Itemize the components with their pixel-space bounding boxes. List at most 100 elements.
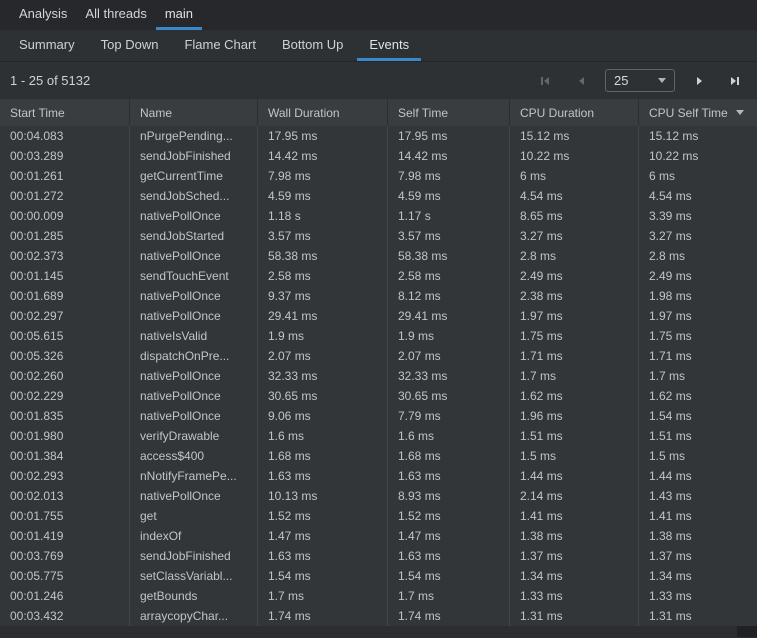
cell-cpu-duration: 1.5 ms — [510, 446, 639, 466]
cell-start-time: 00:05.615 — [0, 326, 130, 346]
cell-name: verifyDrawable — [130, 426, 258, 446]
cell-cpu-duration: 1.41 ms — [510, 506, 639, 526]
previous-page-button[interactable] — [569, 69, 593, 93]
cell-name: sendJobFinished — [130, 546, 258, 566]
table-row[interactable]: 00:02.373 nativePollOnce 58.38 ms 58.38 … — [0, 246, 757, 266]
column-header-wall-duration[interactable]: Wall Duration — [258, 99, 388, 126]
column-header-name[interactable]: Name — [130, 99, 258, 126]
table-row[interactable]: 00:02.297 nativePollOnce 29.41 ms 29.41 … — [0, 306, 757, 326]
table-row[interactable]: 00:05.775 setClassVariabl... 1.54 ms 1.5… — [0, 566, 757, 586]
page-size-select[interactable]: 25 — [605, 69, 675, 92]
cell-start-time: 00:01.980 — [0, 426, 130, 446]
cell-name: sendTouchEvent — [130, 266, 258, 286]
first-page-icon — [539, 75, 551, 87]
tab-bottom-up[interactable]: Bottom Up — [270, 30, 355, 61]
cell-start-time: 00:02.260 — [0, 366, 130, 386]
column-header-self-time[interactable]: Self Time — [388, 99, 510, 126]
cell-wall-duration: 9.37 ms — [258, 286, 388, 306]
column-header-cpu-duration[interactable]: CPU Duration — [510, 99, 639, 126]
tab-all-threads-label: All threads — [85, 6, 146, 21]
sort-desc-icon — [736, 110, 744, 115]
table-row[interactable]: 00:02.229 nativePollOnce 30.65 ms 30.65 … — [0, 386, 757, 406]
next-page-button[interactable] — [687, 69, 711, 93]
cell-cpu-duration: 1.62 ms — [510, 386, 639, 406]
tab-analysis[interactable]: Analysis — [10, 0, 76, 30]
table-row[interactable]: 00:05.326 dispatchOnPre... 2.07 ms 2.07 … — [0, 346, 757, 366]
cell-self-time: 7.98 ms — [388, 166, 510, 186]
cell-start-time: 00:02.373 — [0, 246, 130, 266]
thread-tab-bar: Analysis All threads main — [0, 0, 757, 30]
cell-self-time: 2.58 ms — [388, 266, 510, 286]
cell-wall-duration: 29.41 ms — [258, 306, 388, 326]
cell-start-time: 00:02.297 — [0, 306, 130, 326]
table-row[interactable]: 00:02.013 nativePollOnce 10.13 ms 8.93 m… — [0, 486, 757, 506]
cell-cpu-duration: 1.97 ms — [510, 306, 639, 326]
cell-name: nativePollOnce — [130, 286, 258, 306]
table-row[interactable]: 00:01.835 nativePollOnce 9.06 ms 7.79 ms… — [0, 406, 757, 426]
table-row[interactable]: 00:01.261 getCurrentTime 7.98 ms 7.98 ms… — [0, 166, 757, 186]
cell-cpu-duration: 1.96 ms — [510, 406, 639, 426]
tab-flame-chart[interactable]: Flame Chart — [172, 30, 268, 61]
cell-name: access$400 — [130, 446, 258, 466]
table-row[interactable]: 00:01.272 sendJobSched... 4.59 ms 4.59 m… — [0, 186, 757, 206]
column-header-cpu-self-time[interactable]: CPU Self Time — [639, 99, 757, 126]
table-row[interactable]: 00:01.285 sendJobStarted 3.57 ms 3.57 ms… — [0, 226, 757, 246]
table-row[interactable]: 00:02.293 nNotifyFramePe... 1.63 ms 1.63… — [0, 466, 757, 486]
table-row[interactable]: 00:01.145 sendTouchEvent 2.58 ms 2.58 ms… — [0, 266, 757, 286]
cell-wall-duration: 32.33 ms — [258, 366, 388, 386]
cell-name: nativePollOnce — [130, 246, 258, 266]
table-row[interactable]: 00:01.384 access$400 1.68 ms 1.68 ms 1.5… — [0, 446, 757, 466]
cell-wall-duration: 4.59 ms — [258, 186, 388, 206]
cell-wall-duration: 1.18 s — [258, 206, 388, 226]
cell-cpu-self-time: 1.38 ms — [639, 526, 757, 546]
table-row[interactable]: 00:01.689 nativePollOnce 9.37 ms 8.12 ms… — [0, 286, 757, 306]
cell-self-time: 1.17 s — [388, 206, 510, 226]
cell-wall-duration: 9.06 ms — [258, 406, 388, 426]
tab-top-down[interactable]: Top Down — [89, 30, 171, 61]
table-row[interactable]: 00:01.980 verifyDrawable 1.6 ms 1.6 ms 1… — [0, 426, 757, 446]
last-page-button[interactable] — [723, 69, 747, 93]
next-page-icon — [693, 75, 705, 87]
table-row[interactable]: 00:00.009 nativePollOnce 1.18 s 1.17 s 8… — [0, 206, 757, 226]
table-row[interactable]: 00:03.432 arraycopyChar... 1.74 ms 1.74 … — [0, 606, 757, 626]
table-row[interactable]: 00:04.083 nPurgePending... 17.95 ms 17.9… — [0, 126, 757, 146]
cell-cpu-self-time: 10.22 ms — [639, 146, 757, 166]
table-row[interactable]: 00:01.419 indexOf 1.47 ms 1.47 ms 1.38 m… — [0, 526, 757, 546]
table-row[interactable]: 00:03.769 sendJobFinished 1.63 ms 1.63 m… — [0, 546, 757, 566]
cell-name: getCurrentTime — [130, 166, 258, 186]
table-row[interactable]: 00:02.260 nativePollOnce 32.33 ms 32.33 … — [0, 366, 757, 386]
table-row[interactable]: 00:05.615 nativeIsValid 1.9 ms 1.9 ms 1.… — [0, 326, 757, 346]
cell-start-time: 00:01.384 — [0, 446, 130, 466]
cell-start-time: 00:01.689 — [0, 286, 130, 306]
cell-name: sendJobFinished — [130, 146, 258, 166]
table-row[interactable]: 00:01.755 get 1.52 ms 1.52 ms 1.41 ms 1.… — [0, 506, 757, 526]
tab-all-threads[interactable]: All threads — [76, 0, 155, 30]
tab-summary[interactable]: Summary — [7, 30, 87, 61]
cell-name: getBounds — [130, 586, 258, 606]
table-row[interactable]: 00:01.246 getBounds 1.7 ms 1.7 ms 1.33 m… — [0, 586, 757, 606]
cell-wall-duration: 1.54 ms — [258, 566, 388, 586]
cell-self-time: 3.57 ms — [388, 226, 510, 246]
tab-top-down-label: Top Down — [101, 37, 159, 52]
cell-self-time: 1.63 ms — [388, 546, 510, 566]
cell-start-time: 00:05.775 — [0, 566, 130, 586]
table-body: 00:04.083 nPurgePending... 17.95 ms 17.9… — [0, 126, 757, 626]
tab-main[interactable]: main — [156, 0, 202, 30]
first-page-button[interactable] — [533, 69, 557, 93]
cell-cpu-duration: 2.14 ms — [510, 486, 639, 506]
bottom-strip — [0, 626, 757, 637]
cell-self-time: 32.33 ms — [388, 366, 510, 386]
tab-events[interactable]: Events — [357, 30, 421, 61]
table-row[interactable]: 00:03.289 sendJobFinished 14.42 ms 14.42… — [0, 146, 757, 166]
cell-self-time: 58.38 ms — [388, 246, 510, 266]
cell-cpu-duration: 15.12 ms — [510, 126, 639, 146]
cell-self-time: 8.93 ms — [388, 486, 510, 506]
cell-cpu-duration: 2.38 ms — [510, 286, 639, 306]
cell-cpu-self-time: 1.62 ms — [639, 386, 757, 406]
cell-wall-duration: 17.95 ms — [258, 126, 388, 146]
tab-bottom-up-label: Bottom Up — [282, 37, 343, 52]
cell-cpu-duration: 1.75 ms — [510, 326, 639, 346]
cell-cpu-duration: 10.22 ms — [510, 146, 639, 166]
column-header-start-time[interactable]: Start Time — [0, 99, 130, 126]
cell-cpu-duration: 1.44 ms — [510, 466, 639, 486]
